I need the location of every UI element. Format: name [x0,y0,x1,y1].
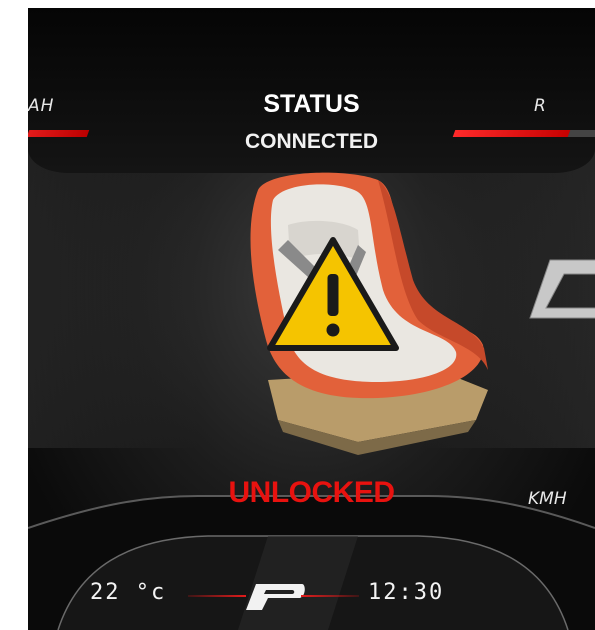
right-gauge-edge [529,259,595,319]
dashboard-screen: AH R STATUS CONNECTED UNLOCKED KMH 22 °c… [28,8,595,630]
speed-unit-label: KMH [528,489,567,509]
connection-status: CONNECTED [244,130,378,153]
seat-lock-state: UNLOCKED [228,476,396,509]
footer-divider-right [301,595,359,597]
status-title: STATUS [263,90,360,118]
footer-divider-left [188,595,246,597]
child-seat-image [250,172,488,455]
clock-readout: 12:30 [368,580,445,605]
temperature-readout: 22 °c [90,580,167,605]
p-logo-icon [246,584,305,610]
